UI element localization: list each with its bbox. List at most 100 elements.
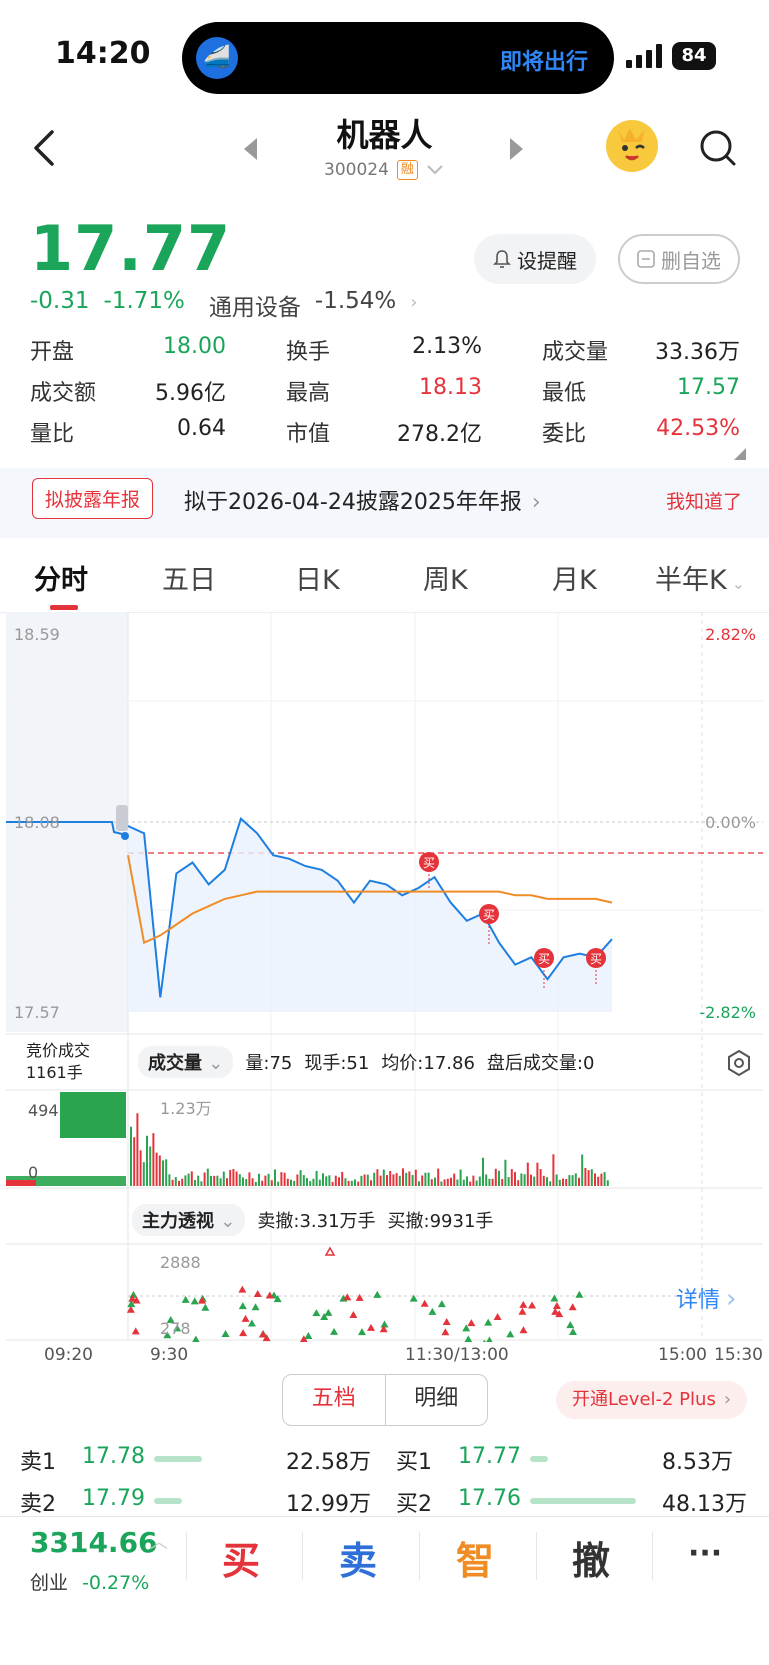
stat-label: 最低 <box>542 381 587 406</box>
level2-upgrade-button[interactable]: 开通Level-2 Plus › <box>556 1381 748 1419</box>
volume-bar <box>152 1133 155 1186</box>
volume-bar <box>443 1179 446 1186</box>
set-alert-label: 设提醒 <box>517 248 577 273</box>
mascot-icon[interactable] <box>606 120 658 172</box>
bell-icon <box>493 250 511 268</box>
volume-bar <box>334 1175 337 1186</box>
volume-info: 均价:17.86 <box>381 1053 475 1074</box>
volume-bar <box>494 1168 497 1186</box>
stat-label: 最高 <box>286 381 331 406</box>
tab-half-year-k[interactable]: 半年K ⌄ <box>655 558 745 597</box>
volume-bar <box>203 1172 206 1186</box>
time-label: 9:30 <box>150 1345 189 1365</box>
stock-code-row[interactable]: 300024 融 <box>324 160 444 180</box>
volume-bar <box>197 1175 200 1186</box>
main-force-mark <box>253 1290 262 1298</box>
set-alert-button[interactable]: 设提醒 <box>474 234 596 284</box>
tab-trade-detail[interactable]: 明细 <box>386 1375 488 1425</box>
settings-icon[interactable] <box>726 1050 752 1076</box>
volume-bar <box>427 1172 430 1186</box>
volume-bar <box>482 1157 484 1186</box>
more-button[interactable]: ··· <box>688 1536 722 1571</box>
auction-axis-min: 0 <box>28 1163 38 1182</box>
detail-label: 详情 <box>676 1288 721 1313</box>
buy-level-price: 17.77 <box>458 1444 521 1469</box>
volume-bar <box>584 1167 587 1186</box>
index-info: 创业 -0.27% <box>30 1568 149 1595</box>
buy-level-label: 买1 <box>396 1450 432 1475</box>
main-force-mark <box>550 1294 559 1302</box>
chevron-right-icon: › <box>410 292 418 313</box>
tab-weekly-k[interactable]: 周K <box>423 558 468 597</box>
stat-value: 42.53% <box>656 416 740 441</box>
stat-label: 成交量 <box>542 340 609 365</box>
next-stock-icon[interactable] <box>510 138 523 160</box>
time-label: 11:30/13:00 <box>405 1345 509 1365</box>
expand-corner-icon[interactable] <box>734 448 746 460</box>
auction-label: 竞价成交 1161手 <box>26 1040 90 1084</box>
smart-button[interactable]: 智 <box>456 1530 494 1585</box>
volume-bar <box>245 1178 248 1186</box>
main-force-mark <box>192 1335 200 1342</box>
volume-bar <box>552 1154 555 1186</box>
sell-volume-bar <box>154 1456 202 1462</box>
volume-bar <box>174 1177 177 1186</box>
volume-bar <box>283 1172 286 1186</box>
svg-text:买: 买 <box>590 952 602 966</box>
volume-bar <box>238 1174 241 1186</box>
change-row[interactable]: -0.31 -1.71% 通用设备 -1.54% › <box>30 288 417 322</box>
volume-selector[interactable]: 成交量 ⌄ <box>138 1046 234 1078</box>
search-icon[interactable] <box>698 128 738 168</box>
buy-button[interactable]: 买 <box>222 1530 260 1585</box>
volume-bar <box>357 1181 360 1186</box>
chevron-down-icon: ⌄ <box>208 1053 224 1074</box>
volume-bar <box>155 1152 158 1186</box>
volume-bar <box>226 1178 228 1186</box>
detail-link[interactable]: 详情 › <box>676 1282 736 1314</box>
volume-bar <box>258 1173 260 1186</box>
volume-bar <box>222 1171 225 1186</box>
current-price: 17.77 <box>30 212 232 285</box>
volume-bar <box>341 1171 344 1186</box>
main-force-mark <box>420 1299 429 1307</box>
volume-bar <box>578 1177 580 1186</box>
tab-daily-k[interactable]: 日K <box>295 558 340 597</box>
volume-bar <box>158 1155 161 1186</box>
chevron-up-icon[interactable]: ︿ <box>150 1528 168 1554</box>
main-force-mark <box>367 1323 376 1331</box>
volume-bar <box>338 1177 340 1186</box>
volume-bar <box>168 1174 171 1186</box>
stat-value: 278.2亿 <box>397 422 482 447</box>
auction-volume-bars <box>6 1092 126 1186</box>
index-value[interactable]: 3314.66 <box>30 1526 158 1559</box>
sell-cancel: 卖撤:3.31万手 <box>257 1211 376 1232</box>
volume-bar <box>574 1173 577 1186</box>
volume-bar <box>466 1176 468 1186</box>
buy-volume-bar <box>530 1498 636 1504</box>
cancel-order-button[interactable]: 撤 <box>572 1530 610 1585</box>
volume-bar <box>450 1177 452 1186</box>
tab-monthly-k[interactable]: 月K <box>552 558 597 597</box>
volume-bar <box>581 1154 584 1186</box>
notice-dismiss-button[interactable]: 我知道了 <box>666 487 742 514</box>
volume-bar <box>373 1172 376 1186</box>
volume-bar <box>568 1175 571 1186</box>
buy-cancel: 买撤:9931手 <box>387 1211 494 1232</box>
dynamic-island[interactable]: 🚄 即将出行 <box>182 22 614 94</box>
tab-intraday[interactable]: 分时 <box>34 558 88 597</box>
chevron-down-icon: ⌄ <box>220 1211 236 1232</box>
main-force-selector[interactable]: 主力透视 ⌄ <box>132 1204 246 1236</box>
volume-bar <box>526 1162 529 1186</box>
notice-text[interactable]: 拟于2026-04-24披露2025年年报 › <box>184 484 541 516</box>
sell-button[interactable]: 卖 <box>339 1530 377 1585</box>
remove-watchlist-button[interactable]: 删自选 <box>618 234 740 284</box>
volume-bar <box>571 1175 574 1186</box>
volume-bar <box>229 1169 232 1186</box>
tab-five-day[interactable]: 五日 <box>162 558 216 597</box>
volume-bar <box>133 1137 136 1186</box>
volume-bar <box>248 1172 251 1186</box>
volume-bar <box>542 1175 545 1186</box>
tab-five-levels[interactable]: 五档 <box>283 1375 386 1425</box>
main-force-mark <box>312 1309 321 1317</box>
volume-bar <box>312 1178 315 1186</box>
